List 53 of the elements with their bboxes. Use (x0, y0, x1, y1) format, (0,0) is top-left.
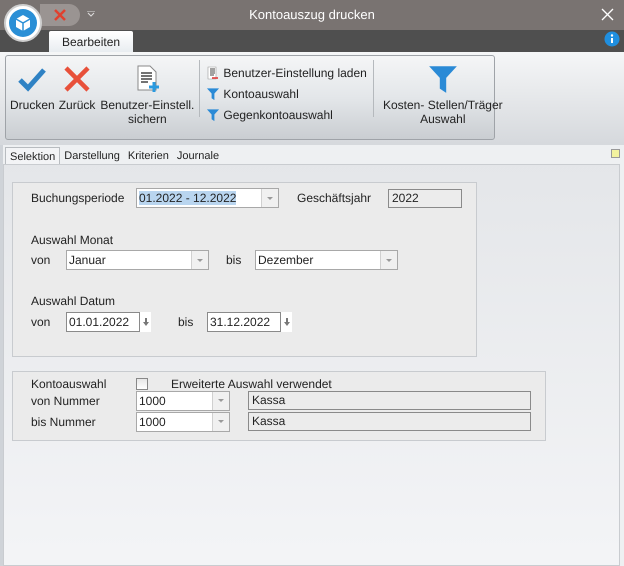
caret-icon (386, 258, 392, 262)
ribbon-button[interactable]: Drucken (8, 64, 57, 112)
section-label: Auswahl Monat (31, 232, 114, 247)
checkbox-label: Erweiterte Auswahl verwendet (171, 376, 332, 393)
ribbon-button[interactable]: Gegenkontoauswahl (206, 106, 333, 124)
month-combo[interactable]: Januar (66, 250, 209, 270)
close-icon[interactable] (601, 8, 614, 21)
ribbon-button[interactable]: Zurück (56, 64, 98, 112)
close-icon (53, 8, 67, 22)
cross-icon (62, 64, 92, 94)
ribbon-button[interactable]: Benutzer-Einstell. sichern (97, 64, 198, 126)
caret-icon (218, 420, 224, 423)
filter-icon (206, 108, 220, 122)
period-combo[interactable]: 01.2022 - 12.2022 (136, 188, 279, 208)
page-tab[interactable]: Darstellung (60, 148, 124, 165)
ribbon-button[interactable]: Kontoauswahl (206, 85, 299, 103)
filter-icon (426, 63, 459, 95)
caret-icon (267, 196, 273, 200)
checkbox[interactable] (136, 378, 148, 390)
window-title: Kontoauszug drucken (249, 6, 375, 24)
account-combo[interactable]: 1000 (136, 412, 230, 432)
date-field[interactable]: 31.12.2022 (207, 312, 281, 332)
field-label: bis Nummer (31, 414, 97, 430)
caret-icon (197, 258, 203, 262)
page-tab[interactable]: Kriterien (124, 148, 173, 165)
section-label: Auswahl Datum (31, 293, 116, 308)
field-label: Kontoauswahl (31, 376, 108, 393)
ribbon-tab[interactable]: Bearbeiten (49, 31, 134, 52)
info-icon[interactable] (604, 31, 620, 47)
page-tab[interactable]: Journale (172, 148, 224, 165)
spin-icon[interactable] (142, 318, 148, 326)
filter-icon (206, 87, 220, 101)
field-label: von (31, 314, 52, 331)
date-field[interactable]: 01.01.2022 (66, 312, 140, 332)
account-name-field: Kassa (248, 391, 531, 410)
corner-icon[interactable] (611, 149, 620, 158)
dropdown-icon[interactable] (87, 11, 95, 17)
ribbon-button[interactable]: Kosten- Stellen/Träger Auswahl (376, 64, 510, 126)
document-icon (206, 66, 220, 80)
account-combo[interactable]: 1000 (136, 390, 230, 410)
field-label: von Nummer (31, 392, 101, 410)
field-label: Buchungsperiode (31, 190, 126, 207)
month-combo[interactable]: Dezember (255, 250, 398, 270)
ribbon-button[interactable]: Benutzer-Einstellung laden (206, 64, 367, 82)
caret-icon (218, 399, 224, 402)
field-label: bis (225, 252, 242, 269)
field-label: bis (177, 314, 194, 331)
field-label: Geschäftsjahr (296, 190, 372, 207)
page-tab[interactable]: Selektion (5, 147, 60, 166)
spin-icon[interactable] (284, 318, 290, 326)
field-label: von (31, 252, 52, 269)
account-name-field: Kassa (248, 412, 531, 431)
year-field: 2022 (388, 188, 462, 208)
